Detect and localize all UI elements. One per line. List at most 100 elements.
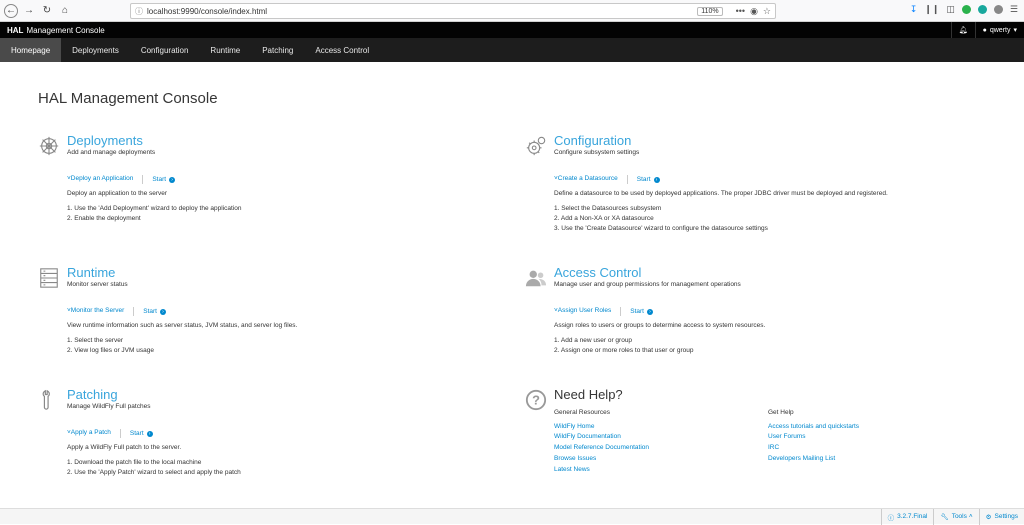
runtime-title[interactable]: Runtime (67, 265, 115, 280)
deployments-subtitle: Add and manage deployments (67, 149, 155, 156)
sidebar-icon[interactable]: ◫ (946, 4, 955, 15)
tab-homepage[interactable]: Homepage (0, 38, 61, 62)
question-circle-icon: ? (525, 388, 547, 412)
zoom-indicator[interactable]: 110% (697, 7, 722, 16)
help-title: Need Help? (554, 387, 623, 402)
configuration-subtitle: Configure subsystem settings (554, 149, 639, 156)
arrow-circle-right-icon: › (147, 431, 153, 437)
settings-label: Settings (995, 509, 1019, 525)
brand-title: Management Console (26, 26, 104, 35)
tab-runtime[interactable]: Runtime (199, 38, 251, 62)
users-icon (525, 266, 547, 290)
deployments-start-label: Start (152, 176, 166, 183)
access-control-action-link[interactable]: ˅Assign User Roles (554, 307, 611, 316)
deployments-start-link[interactable]: Start› (152, 175, 175, 184)
home-icon[interactable]: ⌂ (58, 4, 72, 18)
link-tutorials[interactable]: Access tutorials and quickstarts (768, 422, 859, 433)
brand-logo: HAL (7, 26, 23, 35)
extension-teal-icon[interactable] (978, 5, 987, 14)
tab-deployments[interactable]: Deployments (61, 38, 130, 62)
version-link[interactable]: ⓘ3.2.7.Final (881, 509, 934, 525)
configuration-action-link[interactable]: ˅Create a Datasource (554, 175, 618, 184)
patching-action-label: Apply a Patch (71, 429, 111, 436)
reload-icon[interactable]: ↻ (40, 4, 54, 18)
configuration-description: Define a datasource to be used by deploy… (554, 190, 974, 197)
bookmark-star-icon[interactable]: ☆ (763, 6, 771, 17)
arrow-circle-right-icon: › (647, 309, 653, 315)
url-text[interactable]: localhost:9990/console/index.html (147, 7, 697, 16)
library-icon[interactable]: ❙❙ (924, 4, 939, 15)
tools-menu[interactable]: 🔧︎Tools˄ (933, 509, 978, 525)
settings-link[interactable]: ⚙Settings (979, 509, 1024, 525)
step: 2. Add a Non-XA or XA datasource (554, 214, 768, 224)
link-latest-news[interactable]: Latest News (554, 465, 649, 476)
link-browse-issues[interactable]: Browse Issues (554, 454, 649, 465)
tab-configuration[interactable]: Configuration (130, 38, 200, 62)
back-icon[interactable]: ← (4, 4, 18, 18)
runtime-steps: 1. Select the server 2. View log files o… (67, 336, 154, 356)
link-user-forums[interactable]: User Forums (768, 432, 859, 443)
runtime-start-link[interactable]: Start› (143, 307, 166, 316)
divider (627, 175, 628, 184)
user-menu[interactable]: ● qwerty ▾ (975, 22, 1024, 38)
wrench-icon: 🔧︎ (940, 509, 951, 525)
wrench-icon (38, 388, 60, 412)
hamburger-menu-icon[interactable]: ☰ (1010, 4, 1018, 15)
notifications-bell-icon[interactable]: 🔔︎ (951, 22, 975, 38)
runtime-subtitle: Monitor server status (67, 281, 128, 288)
patching-start-link[interactable]: Start› (130, 429, 153, 438)
link-wildfly-documentation[interactable]: WildFly Documentation (554, 432, 649, 443)
patching-subtitle: Manage WildFly Full patches (67, 403, 150, 410)
access-control-start-link[interactable]: Start› (630, 307, 653, 316)
forward-icon[interactable]: → (22, 4, 36, 18)
patching-action-link[interactable]: ˅Apply a Patch (67, 429, 111, 438)
tab-access-control[interactable]: Access Control (304, 38, 380, 62)
configuration-action-label: Create a Datasource (558, 175, 618, 182)
step: 2. View log files or JVM usage (67, 346, 154, 356)
page-actions-icon[interactable]: ••• (736, 6, 745, 16)
tab-patching[interactable]: Patching (251, 38, 304, 62)
deployments-title[interactable]: Deployments (67, 133, 143, 148)
server-list-icon (38, 266, 60, 290)
general-resources-heading: General Resources (554, 408, 649, 419)
deployments-steps: 1. Use the 'Add Deployment' wizard to de… (67, 204, 241, 224)
deployments-action-link[interactable]: ˅Deploy an Application (67, 175, 133, 184)
access-control-steps: 1. Add a new user or group 2. Assign one… (554, 336, 693, 356)
step: 1. Select the Datasources subsystem (554, 204, 768, 214)
page-title: HAL Management Console (38, 90, 218, 107)
chevron-up-icon: ˄ (967, 509, 973, 525)
link-wildfly-home[interactable]: WildFly Home (554, 422, 649, 433)
deployments-icon (38, 134, 60, 158)
link-model-reference[interactable]: Model Reference Documentation (554, 443, 649, 454)
configuration-title[interactable]: Configuration (554, 133, 631, 148)
pocket-icon[interactable]: ◉ (750, 6, 758, 17)
runtime-action-link[interactable]: ˅Monitor the Server (67, 307, 124, 316)
configuration-start-link[interactable]: Start› (637, 175, 660, 184)
divider (120, 429, 121, 438)
patching-title[interactable]: Patching (67, 387, 118, 402)
extension-green-icon[interactable] (962, 5, 971, 14)
step: 2. Assign one or more roles to that user… (554, 346, 693, 356)
hal-header: HAL Management Console 🔔︎ ● qwerty ▾ (0, 22, 1024, 38)
user-name: qwerty (990, 22, 1011, 38)
gears-icon (525, 134, 547, 158)
runtime-action-label: Monitor the Server (71, 307, 124, 314)
deployments-action-label: Deploy an Application (71, 175, 134, 182)
step: 2. Enable the deployment (67, 214, 241, 224)
link-mailing-list[interactable]: Developers Mailing List (768, 454, 859, 465)
chevron-down-icon: ▾ (1010, 22, 1017, 38)
user-icon: ● (983, 22, 990, 38)
url-bar[interactable]: ⓘ localhost:9990/console/index.html 110%… (130, 3, 776, 19)
version-label: 3.2.7.Final (897, 509, 927, 525)
info-icon[interactable]: ⓘ (135, 6, 143, 17)
download-icon[interactable]: ↧ (910, 4, 918, 15)
step: 2. Use the 'Apply Patch' wizard to selec… (67, 468, 241, 478)
access-control-title[interactable]: Access Control (554, 265, 641, 280)
extension-gray-icon[interactable] (994, 5, 1003, 14)
access-control-start-label: Start (630, 308, 644, 315)
general-resources-column: General Resources WildFly Home WildFly D… (554, 408, 649, 475)
link-irc[interactable]: IRC (768, 443, 859, 454)
arrow-circle-right-icon: › (169, 177, 175, 183)
info-icon: ⓘ (888, 509, 898, 525)
patching-start-label: Start (130, 430, 144, 437)
